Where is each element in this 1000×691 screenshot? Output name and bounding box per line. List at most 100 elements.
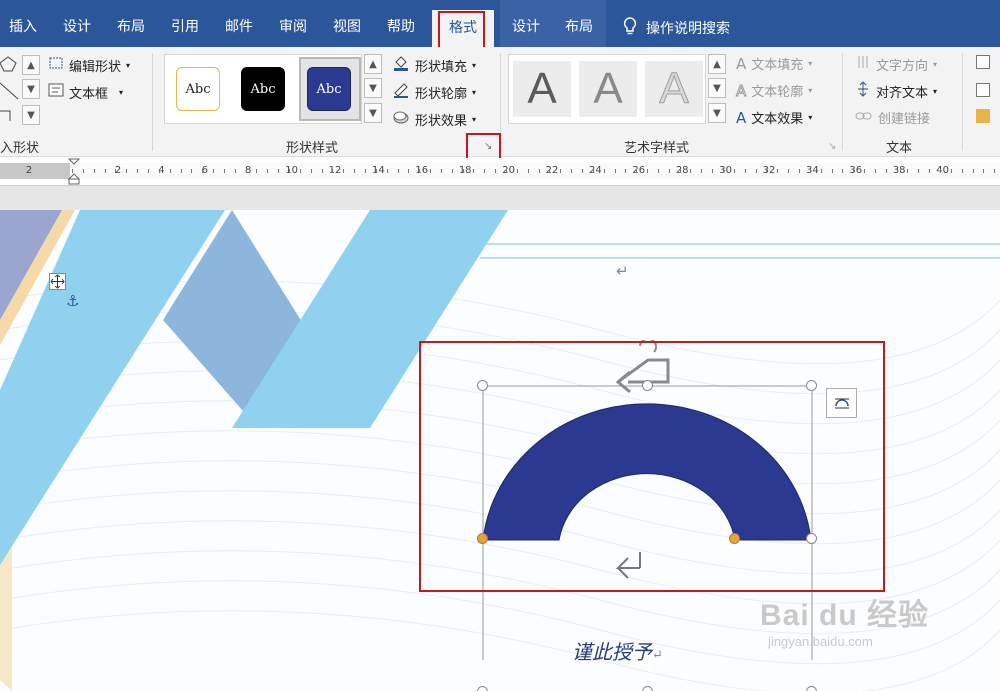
ruler-tick [744, 169, 746, 173]
wrap-text-icon[interactable] [976, 83, 990, 97]
wordart-style-grey[interactable]: A [579, 61, 637, 117]
dialog-launcher-icon[interactable]: ↘ [484, 141, 492, 152]
move-handle-icon[interactable] [49, 273, 66, 290]
styles-scroll-down[interactable]: ▼ [364, 78, 382, 98]
create-link-button[interactable]: 创建链接 [855, 108, 930, 127]
resize-handle[interactable] [477, 686, 488, 691]
ruler-tick [506, 169, 507, 173]
resize-handle[interactable] [477, 380, 488, 391]
indent-marker-icon[interactable] [67, 158, 81, 185]
chevron-down-icon: ▾ [933, 59, 938, 69]
ruler-tick [994, 169, 996, 173]
lightbulb-icon [622, 16, 638, 40]
shape-fill-button[interactable]: 形状填充 ▾ [392, 54, 476, 76]
tab-view[interactable]: 视图 [324, 0, 370, 47]
tab-context-layout[interactable]: 布局 [555, 0, 603, 47]
ruler-label: 32 [762, 165, 776, 176]
adjust-handle[interactable] [477, 533, 488, 544]
wordart-sample: A [659, 64, 689, 114]
shape-styles-gallery: Abc Abc Abc [164, 54, 362, 124]
tab-context-design[interactable]: 设计 [502, 0, 550, 47]
tab-format[interactable]: 格式 [432, 10, 494, 47]
wordart-scroll-up[interactable]: ▲ [708, 54, 726, 74]
ruler-tick [267, 169, 269, 173]
ruler-tick [961, 169, 963, 173]
insert-shapes-group-label: 入形状 [0, 141, 40, 156]
certificate-caption: 谨此授予↵ [572, 636, 663, 665]
styles-scroll-up[interactable]: ▲ [364, 54, 382, 74]
text-direction-button[interactable]: 文字方向 ▾ [855, 54, 937, 74]
edit-shape-label: 编辑形状 [69, 59, 122, 75]
wordart-style-dark[interactable]: A [513, 61, 571, 117]
ruler-tick [310, 169, 312, 173]
tab-review[interactable]: 审阅 [270, 0, 316, 47]
wordart-scroll-down[interactable]: ▼ [708, 78, 726, 98]
ruler-tick [560, 169, 562, 173]
tab-insert[interactable]: 插入 [0, 0, 46, 47]
ruler-tick [137, 169, 139, 173]
adjust-handle[interactable] [729, 533, 740, 544]
resize-handle[interactable] [806, 380, 817, 391]
resize-handle[interactable] [806, 533, 817, 544]
ruler-tick [831, 169, 833, 173]
layout-options-icon[interactable] [826, 388, 857, 418]
tab-mailings[interactable]: 邮件 [216, 0, 262, 47]
shape-style-outline-gold[interactable]: Abc [176, 67, 220, 111]
text-box-button[interactable]: 文本框 ▾ [48, 82, 123, 102]
ruler-tick [690, 169, 692, 173]
resize-handle[interactable] [642, 380, 653, 391]
ruler-tick [647, 169, 649, 173]
text-outline-button[interactable]: A 文本轮廓 ▾ [735, 81, 812, 100]
text-outline-label: 文本轮廓 [751, 85, 804, 100]
edit-shape-button[interactable]: 编辑形状 ▾ [48, 55, 130, 75]
ruler-tick [929, 169, 931, 173]
resize-handle[interactable] [642, 686, 653, 691]
ruler-tick [788, 169, 790, 173]
ruler-tick [668, 169, 670, 173]
tab-design[interactable]: 设计 [54, 0, 100, 47]
shape-effects-button[interactable]: 形状效果 ▾ [392, 108, 476, 130]
chevron-down-icon: ▾ [472, 114, 477, 124]
ruler-tick [636, 169, 638, 173]
ruler-label: 20 [502, 165, 515, 176]
dialog-launcher-icon[interactable]: ↘ [828, 141, 836, 152]
ruler-tick [234, 169, 236, 173]
align-text-icon [855, 81, 871, 101]
shape-outline-button[interactable]: 形状轮廓 ▾ [392, 81, 476, 103]
tab-layout[interactable]: 布局 [108, 0, 154, 47]
ruler-tick [549, 169, 551, 173]
ruler-label: 40 [936, 165, 949, 176]
shapes-more[interactable]: ▼ [22, 105, 40, 125]
text-effects-button[interactable]: A 文本效果 ▾ [736, 108, 812, 128]
group-separator [842, 53, 843, 151]
tab-help[interactable]: 帮助 [378, 0, 424, 47]
horizontal-ruler[interactable]: 2 2 4 6 8 10 12 14 16 18 20 22 24 26 28 30 32 34 36 38 40 [0, 158, 1000, 186]
shape-style-navy[interactable]: Abc [307, 67, 351, 111]
tab-references[interactable]: 引用 [162, 0, 208, 47]
shapes-scroll-down[interactable]: ▼ [22, 79, 40, 99]
ruler-tick [484, 169, 486, 173]
ruler-tick [223, 169, 225, 173]
ruler-tick [375, 169, 377, 173]
shape-style-black[interactable]: Abc [241, 67, 285, 111]
chevron-down-icon: ▾ [808, 59, 813, 68]
ruler-tick [733, 169, 735, 173]
text-fill-button[interactable]: A 文本填充 ▾ [736, 54, 813, 74]
resize-handle[interactable] [806, 686, 817, 691]
ruler-label: 22 [545, 165, 559, 176]
ruler-tick [842, 169, 844, 173]
ruler-tick [571, 169, 573, 173]
wordart-more[interactable]: ▼ [708, 103, 726, 123]
wordart-style-outline[interactable]: A [645, 61, 703, 117]
text-box-label: 文本框 [69, 86, 109, 102]
position-icon[interactable] [976, 55, 990, 69]
shapes-scroll-up[interactable]: ▲ [22, 55, 40, 75]
text-fill-icon: A [736, 54, 747, 73]
tell-me-search[interactable]: 操作说明搜索 [622, 0, 730, 47]
ruler-label: 14 [372, 165, 385, 176]
text-fill-label: 文本填充 [751, 58, 804, 73]
align-text-button[interactable]: 对齐文本 ▾ [855, 81, 937, 101]
bring-forward-icon[interactable] [976, 109, 990, 123]
styles-more[interactable]: ▼ [364, 103, 382, 123]
ruler-tick [126, 169, 128, 173]
